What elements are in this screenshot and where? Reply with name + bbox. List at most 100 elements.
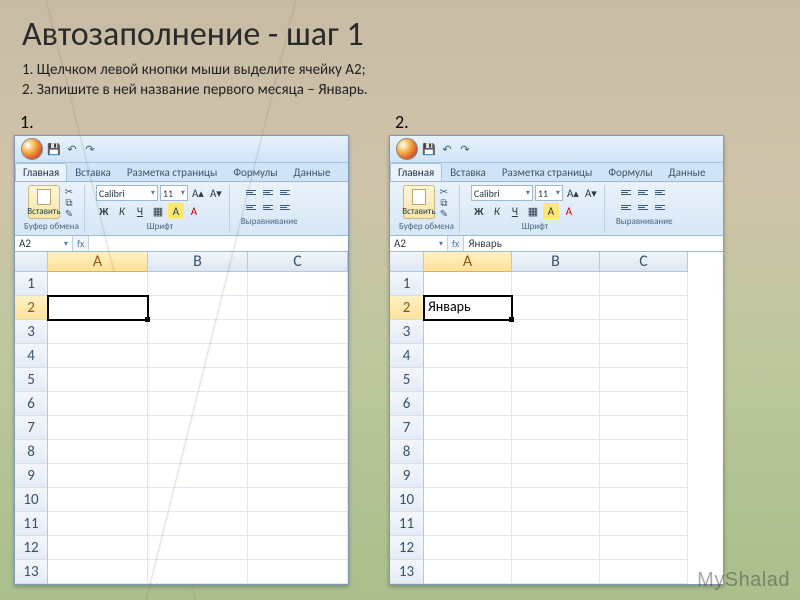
col-header-B[interactable]: B xyxy=(148,252,248,272)
row-header[interactable]: 11 xyxy=(390,512,424,536)
row-header[interactable]: 13 xyxy=(390,560,424,584)
cell-A2[interactable]: Январь xyxy=(424,296,512,320)
cell[interactable] xyxy=(48,392,148,416)
row-header[interactable]: 1 xyxy=(15,272,48,296)
format-painter-icon[interactable]: ✎ xyxy=(438,208,450,218)
cell[interactable] xyxy=(512,536,600,560)
cell[interactable] xyxy=(148,464,248,488)
cell[interactable] xyxy=(248,272,348,296)
tab-data[interactable]: Данные xyxy=(286,163,339,181)
cell[interactable] xyxy=(512,344,600,368)
cell[interactable] xyxy=(48,344,148,368)
name-box[interactable]: A2▾ xyxy=(390,236,448,251)
tab-formulas[interactable]: Формулы xyxy=(600,163,660,181)
align-right-icon[interactable] xyxy=(278,200,294,214)
fx-icon[interactable]: fx xyxy=(452,237,459,250)
cell[interactable] xyxy=(148,392,248,416)
cell[interactable] xyxy=(600,512,688,536)
cell[interactable] xyxy=(600,464,688,488)
row-header[interactable]: 12 xyxy=(390,536,424,560)
align-left-icon[interactable] xyxy=(244,200,260,214)
align-bottom-icon[interactable] xyxy=(653,185,669,199)
cell[interactable] xyxy=(148,536,248,560)
cell[interactable] xyxy=(512,512,600,536)
cell[interactable] xyxy=(48,536,148,560)
cell[interactable] xyxy=(424,416,512,440)
cell[interactable] xyxy=(248,488,348,512)
format-painter-icon[interactable]: ✎ xyxy=(63,208,75,218)
font-name-select[interactable]: Calibri▾ xyxy=(471,185,533,201)
copy-icon[interactable]: ⧉ xyxy=(438,197,450,207)
col-header-C[interactable]: C xyxy=(600,252,688,272)
cell-A2[interactable] xyxy=(48,296,148,320)
cell[interactable] xyxy=(600,272,688,296)
row-header[interactable]: 8 xyxy=(390,440,424,464)
cell[interactable] xyxy=(512,488,600,512)
cell[interactable] xyxy=(148,512,248,536)
cell[interactable] xyxy=(512,560,600,584)
font-color-icon[interactable]: A xyxy=(186,203,202,219)
row-header[interactable]: 10 xyxy=(15,488,48,512)
row-header[interactable]: 7 xyxy=(15,416,48,440)
bold-button[interactable]: Ж xyxy=(96,203,112,219)
row-header[interactable]: 7 xyxy=(390,416,424,440)
font-color-icon[interactable]: A xyxy=(561,203,577,219)
cell[interactable] xyxy=(248,296,348,320)
underline-button[interactable]: Ч xyxy=(507,203,523,219)
paste-button[interactable]: Вставить xyxy=(403,185,435,219)
cell[interactable] xyxy=(424,344,512,368)
save-icon[interactable]: 💾 xyxy=(422,142,436,156)
cell[interactable] xyxy=(148,320,248,344)
col-header-C[interactable]: C xyxy=(248,252,348,272)
cell[interactable] xyxy=(424,488,512,512)
col-header-A[interactable]: A xyxy=(424,252,512,272)
grow-font-icon[interactable]: A▴ xyxy=(565,185,581,201)
cell[interactable] xyxy=(600,440,688,464)
align-top-icon[interactable] xyxy=(619,185,635,199)
name-box[interactable]: A2▾ xyxy=(15,236,73,251)
worksheet-grid[interactable]: A B C 1 2Январь 3 4 5 6 7 8 9 10 11 12 1… xyxy=(390,252,723,584)
row-header[interactable]: 1 xyxy=(390,272,424,296)
align-center-icon[interactable] xyxy=(261,200,277,214)
row-header[interactable]: 2 xyxy=(390,296,424,320)
redo-icon[interactable]: ↷ xyxy=(83,142,97,156)
copy-icon[interactable]: ⧉ xyxy=(63,197,75,207)
cell[interactable] xyxy=(48,320,148,344)
cell[interactable] xyxy=(512,368,600,392)
formula-input[interactable] xyxy=(89,236,348,251)
cell[interactable] xyxy=(148,296,248,320)
shrink-font-icon[interactable]: A▾ xyxy=(583,185,599,201)
cell[interactable] xyxy=(512,416,600,440)
cut-icon[interactable]: ✂ xyxy=(438,186,450,196)
row-header[interactable]: 8 xyxy=(15,440,48,464)
cell[interactable] xyxy=(600,416,688,440)
row-header[interactable]: 9 xyxy=(15,464,48,488)
cell[interactable] xyxy=(424,440,512,464)
col-header-A[interactable]: A xyxy=(48,252,148,272)
row-header[interactable]: 13 xyxy=(15,560,48,584)
save-icon[interactable]: 💾 xyxy=(47,142,61,156)
row-header[interactable]: 11 xyxy=(15,512,48,536)
border-icon[interactable]: ▦ xyxy=(525,203,541,219)
cell[interactable] xyxy=(248,560,348,584)
undo-icon[interactable]: ↶ xyxy=(440,142,454,156)
grow-font-icon[interactable]: A▴ xyxy=(190,185,206,201)
align-middle-icon[interactable] xyxy=(261,185,277,199)
cell[interactable] xyxy=(248,512,348,536)
row-header[interactable]: 5 xyxy=(390,368,424,392)
tab-layout[interactable]: Разметка страницы xyxy=(119,163,226,181)
cell[interactable] xyxy=(600,344,688,368)
cell[interactable] xyxy=(48,560,148,584)
row-header[interactable]: 9 xyxy=(390,464,424,488)
align-left-icon[interactable] xyxy=(619,200,635,214)
tab-insert[interactable]: Вставка xyxy=(442,163,494,181)
cell[interactable] xyxy=(48,416,148,440)
cell[interactable] xyxy=(424,392,512,416)
row-header[interactable]: 4 xyxy=(15,344,48,368)
select-all-corner[interactable] xyxy=(390,252,424,272)
tab-home[interactable]: Главная xyxy=(390,163,442,181)
row-header[interactable]: 4 xyxy=(390,344,424,368)
cell[interactable] xyxy=(424,368,512,392)
tab-layout[interactable]: Разметка страницы xyxy=(494,163,601,181)
cell[interactable] xyxy=(48,368,148,392)
